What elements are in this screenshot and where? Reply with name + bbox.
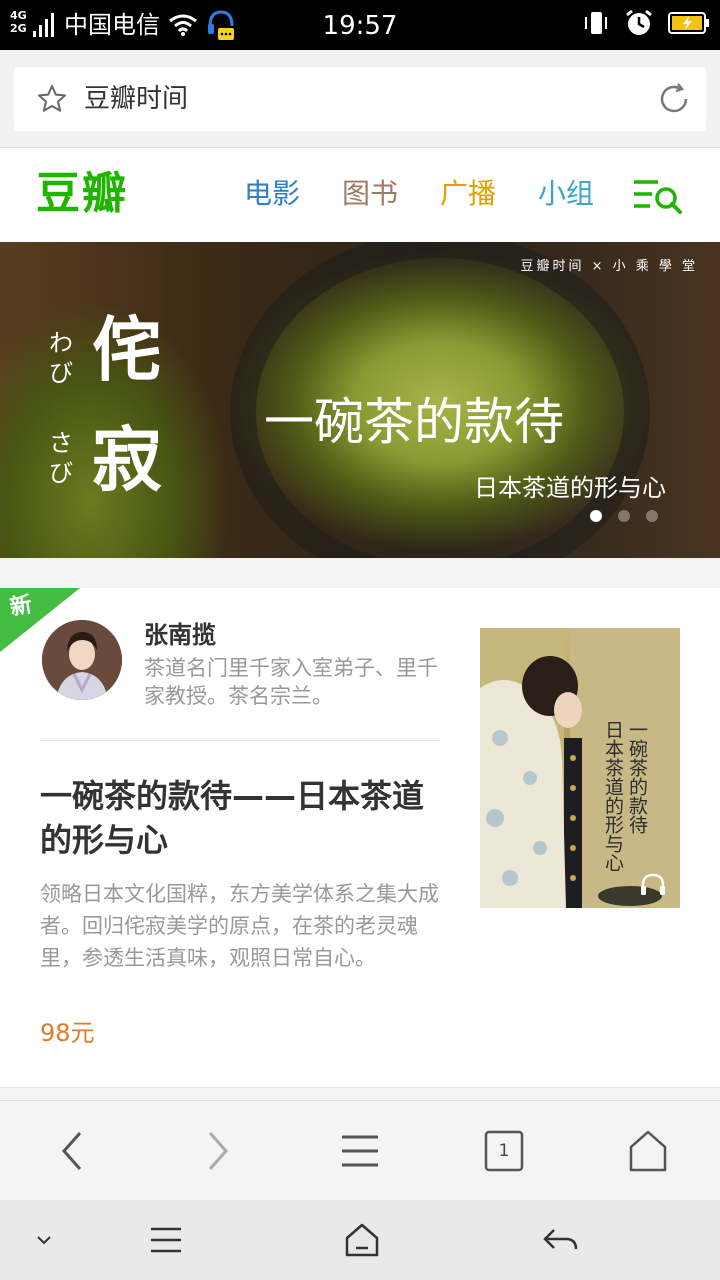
cover-title-line1: 一碗茶的款待 (626, 720, 648, 834)
battery-charging-icon (668, 12, 709, 34)
banner-pagination (590, 510, 658, 522)
nav-movie[interactable]: 电影 (244, 174, 300, 214)
promo-banner[interactable]: 豆瓣时间 × 小 乘 學 堂 わび さび 侘 寂 一碗茶的款待 日本茶道的形与心 (0, 242, 720, 558)
author-description: 茶道名门里千家入室弟子、里千家教授。茶名宗兰。 (144, 656, 438, 708)
audio-headphone-icon (641, 873, 665, 895)
status-bar: 4G 2G 中国电信 19:57 (0, 0, 720, 50)
star-outline-icon[interactable] (36, 83, 68, 115)
douban-logo[interactable]: 豆瓣 (36, 168, 128, 220)
pagination-dot[interactable] (590, 510, 602, 522)
browser-address-area: 豆瓣时间 (0, 50, 720, 148)
menu-icon[interactable] (148, 1222, 184, 1258)
browser-toolbar: 1 (0, 1100, 720, 1200)
back-icon[interactable] (48, 1129, 96, 1173)
nav-book[interactable]: 图书 (342, 174, 398, 214)
course-price: 98元 (40, 1019, 95, 1047)
tab-count: 1 (498, 1141, 510, 1161)
nav-broadcast[interactable]: 广播 (440, 174, 496, 214)
home-icon[interactable] (342, 1222, 382, 1258)
menu-search-icon[interactable] (632, 176, 684, 216)
avatar-portrait (42, 620, 122, 700)
status-right (582, 8, 710, 38)
author-name[interactable]: 张南揽 (144, 618, 216, 652)
reload-icon[interactable] (656, 81, 692, 117)
system-nav-bar (0, 1200, 720, 1280)
course-cover[interactable]: 一碗茶的款待 日本茶道的形与心 (480, 628, 680, 908)
banner-headline: 一碗茶的款待 (264, 393, 564, 451)
alarm-icon (626, 9, 652, 35)
author-avatar[interactable] (42, 620, 122, 700)
collapse-icon[interactable] (34, 1230, 54, 1250)
banner-kanji-wabi: 侘 (92, 308, 162, 391)
return-icon[interactable] (540, 1222, 580, 1258)
cover-title-line2: 日本茶道的形与心 (602, 720, 624, 872)
banner-kana-sabi: さび (49, 429, 73, 487)
forward-icon[interactable] (192, 1129, 240, 1173)
banner-subline: 日本茶道的形与心 (474, 474, 666, 502)
nav-group[interactable]: 小组 (538, 174, 594, 214)
menu-icon[interactable] (336, 1129, 384, 1173)
banner-kanji-sabi: 寂 (92, 418, 162, 501)
home-icon[interactable] (624, 1129, 672, 1173)
cover-illustration (480, 628, 680, 908)
course-title[interactable]: 一碗茶的款待——日本茶道的形与心 (40, 774, 440, 862)
douban-header: 豆瓣 电影 图书 广播 小组 (0, 148, 720, 242)
course-card[interactable]: 新 张南揽 茶道名门里千家入室弟子、里千家教授。茶名宗兰。 一碗茶的款待——日本… (0, 588, 720, 1088)
divider (40, 740, 440, 741)
banner-partner-line: 豆瓣时间 × 小 乘 學 堂 (520, 259, 698, 274)
address-bar[interactable]: 豆瓣时间 (14, 67, 706, 131)
pagination-dot[interactable] (618, 510, 630, 522)
pagination-dot[interactable] (646, 510, 658, 522)
tabs-button[interactable]: 1 (480, 1129, 528, 1173)
course-description: 领略日本文化国粹，东方美学体系之集大成者。回归侘寂美学的原点，在茶的老灵魂里，参… (40, 882, 439, 970)
page-title: 豆瓣时间 (84, 84, 189, 114)
vibrate-icon (585, 12, 607, 34)
banner-kana-wabi: わび (49, 329, 73, 387)
